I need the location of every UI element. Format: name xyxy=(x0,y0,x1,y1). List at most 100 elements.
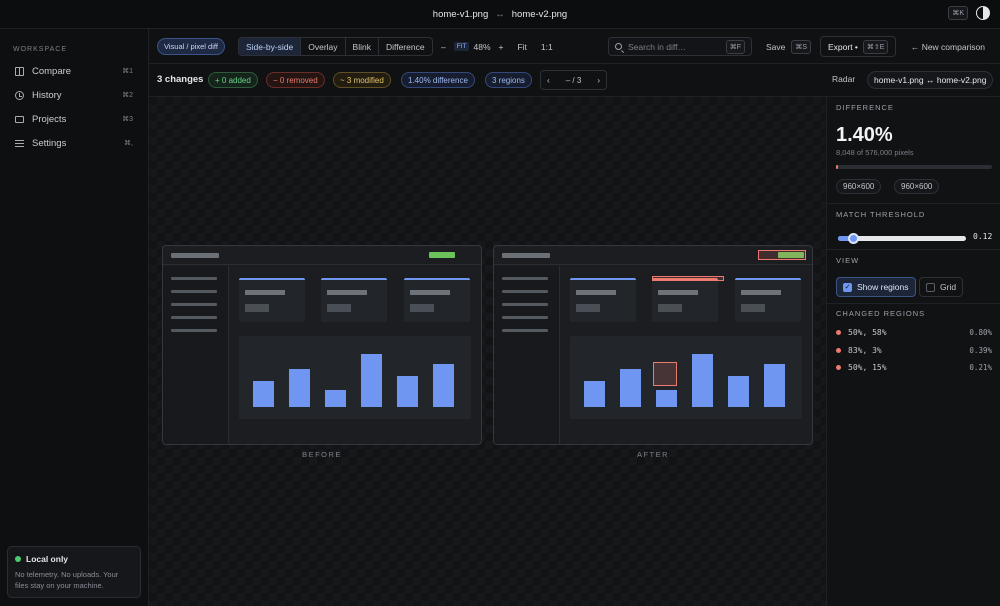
compare-icon xyxy=(15,66,24,76)
mock-chart-bar xyxy=(289,368,310,407)
save-button[interactable]: Save ⌘S xyxy=(766,37,812,56)
region-list-item[interactable]: 50%, 58% 0.80% xyxy=(836,325,992,339)
view-title: VIEW xyxy=(836,256,860,265)
next-region-button[interactable]: › xyxy=(597,76,600,85)
mock-chart-bar xyxy=(692,354,713,407)
diff-summary-bar: 3 changes + 0 added − 0 removed ~ 3 modi… xyxy=(149,64,1000,97)
mock-logo xyxy=(171,253,219,258)
window-title: home-v1.png ↔ home-v2.png xyxy=(433,9,567,20)
file-a-name: home-v1.png xyxy=(432,8,489,20)
fit-badge: FIT xyxy=(453,42,470,51)
after-image xyxy=(493,245,813,445)
file-pair-chip[interactable]: home-v1.png ↔ home-v2.png xyxy=(867,71,994,89)
mock-nav-line xyxy=(502,303,548,306)
new-comparison-button[interactable]: ← New comparison xyxy=(911,37,985,56)
mock-stat-card xyxy=(239,278,305,322)
dimensions-before: 960×600 xyxy=(836,179,882,194)
export-button[interactable]: Export • ⌘⇧E xyxy=(820,36,897,57)
search-input[interactable]: Search in diff… ⌘F xyxy=(608,37,752,56)
sidebar-item-compare[interactable]: Compare ⌘1 xyxy=(7,61,141,81)
show-regions-toggle[interactable]: ✓ Show regions xyxy=(836,277,916,297)
mock-nav-line xyxy=(502,316,548,319)
file-b-name: home-v2.png xyxy=(511,8,568,20)
command-palette-button[interactable]: ⌘K xyxy=(948,6,968,20)
region-percent: 0.80% xyxy=(969,327,992,337)
region-position: 83%, 3% xyxy=(848,345,882,355)
swap-arrow-icon: ↔ xyxy=(495,8,505,20)
diff-canvas[interactable]: BEFORE AFTER xyxy=(149,97,826,606)
export-shortcut: ⌘⇧E xyxy=(862,39,889,54)
inspector-panel: DIFFERENCE 1.40% 8,048 of 576,000 pixels… xyxy=(826,97,1000,606)
mock-chart-bar xyxy=(584,380,605,407)
mock-nav-line xyxy=(171,329,217,332)
main-toolbar: Visual / pixel diff Side-by-side Overlay… xyxy=(149,29,1000,64)
added-badge[interactable]: + 0 added xyxy=(208,72,258,88)
search-icon xyxy=(615,43,622,50)
region-list-item[interactable]: 83%, 3% 0.39% xyxy=(836,343,992,357)
tab-blink[interactable]: Blink xyxy=(346,38,379,55)
sidebar-item-history[interactable]: History ⌘2 xyxy=(7,85,141,105)
fit-button[interactable]: Fit xyxy=(517,42,526,52)
changed-region-highlight[interactable] xyxy=(758,250,806,260)
mock-nav-line xyxy=(171,277,217,280)
prev-region-button[interactable]: ‹ xyxy=(547,76,550,85)
mock-logo xyxy=(502,253,550,258)
tab-difference[interactable]: Difference xyxy=(379,38,432,55)
grid-label: Grid xyxy=(940,282,957,292)
mock-nav-line xyxy=(171,316,217,319)
region-percent: 0.21% xyxy=(969,362,992,372)
sidebar-item-label: Projects xyxy=(32,113,67,125)
tab-overlay[interactable]: Overlay xyxy=(301,38,346,55)
sidebar-item-settings[interactable]: Settings ⌘, xyxy=(7,133,141,153)
view-mode-tabs: Side-by-side Overlay Blink Difference xyxy=(238,37,433,56)
region-list-item[interactable]: 50%, 15% 0.21% xyxy=(836,360,992,374)
search-shortcut: ⌘F xyxy=(725,39,745,54)
mock-chart-bar xyxy=(656,389,677,407)
zoom-in-button[interactable]: + xyxy=(499,42,504,52)
zoom-level: FIT 48% xyxy=(453,42,491,52)
mock-sidebar xyxy=(163,266,229,444)
sidebar-item-projects[interactable]: Projects ⌘3 xyxy=(7,109,141,129)
mock-stat-card xyxy=(321,278,387,322)
tab-side-by-side[interactable]: Side-by-side xyxy=(239,38,302,55)
sidebar: WORKSPACE Compare ⌘1 History ⌘2 Projects… xyxy=(0,29,149,606)
checkbox-checked-icon: ✓ xyxy=(843,282,852,292)
sliders-icon xyxy=(15,139,24,147)
region-dot-icon xyxy=(836,347,841,353)
modified-badge[interactable]: ~ 3 modified xyxy=(333,72,391,88)
removed-badge[interactable]: − 0 removed xyxy=(266,72,325,88)
grid-toggle[interactable]: Grid xyxy=(919,277,964,297)
actual-size-button[interactable]: 1:1 xyxy=(541,42,553,52)
mock-cta-button xyxy=(429,252,455,258)
threshold-slider[interactable] xyxy=(838,233,966,244)
zoom-out-button[interactable]: – xyxy=(441,42,446,52)
changed-region-highlight[interactable] xyxy=(653,362,677,386)
threshold-title: MATCH THRESHOLD xyxy=(836,210,926,219)
difference-section: DIFFERENCE 1.40% 8,048 of 576,000 pixels… xyxy=(827,97,1000,204)
theme-toggle-icon[interactable] xyxy=(976,6,990,20)
status-dot-icon xyxy=(15,556,21,562)
mock-chart-bar xyxy=(361,354,382,407)
mock-nav-line xyxy=(502,329,548,332)
shortcut-hint: ⌘, xyxy=(124,140,133,147)
checkbox-icon xyxy=(926,282,935,292)
mock-chart-bar xyxy=(433,363,454,407)
changed-region-highlight[interactable] xyxy=(652,276,724,281)
mock-nav-line xyxy=(171,290,217,293)
pager-position: – / 3 xyxy=(565,75,582,85)
before-label: BEFORE xyxy=(302,450,342,459)
sidebar-item-label: History xyxy=(32,89,62,101)
mock-nav-line xyxy=(502,277,548,280)
mock-chart-bar xyxy=(728,376,749,407)
shortcut-hint: ⌘2 xyxy=(122,92,133,99)
regions-badge[interactable]: 3 regions xyxy=(485,72,532,88)
difference-percent: 1.40% xyxy=(836,124,893,146)
changes-count: 3 changes xyxy=(157,74,204,85)
radar-button[interactable]: Radar xyxy=(832,74,855,84)
mock-stat-card xyxy=(404,278,470,322)
zoom-controls: – FIT 48% + Fit 1:1 xyxy=(441,37,553,56)
title-bar: home-v1.png ↔ home-v2.png ⌘K xyxy=(0,0,1000,29)
threshold-value: 0.12 xyxy=(973,232,993,241)
region-position: 50%, 58% xyxy=(848,327,887,337)
mode-selector[interactable]: Visual / pixel diff xyxy=(157,38,225,55)
